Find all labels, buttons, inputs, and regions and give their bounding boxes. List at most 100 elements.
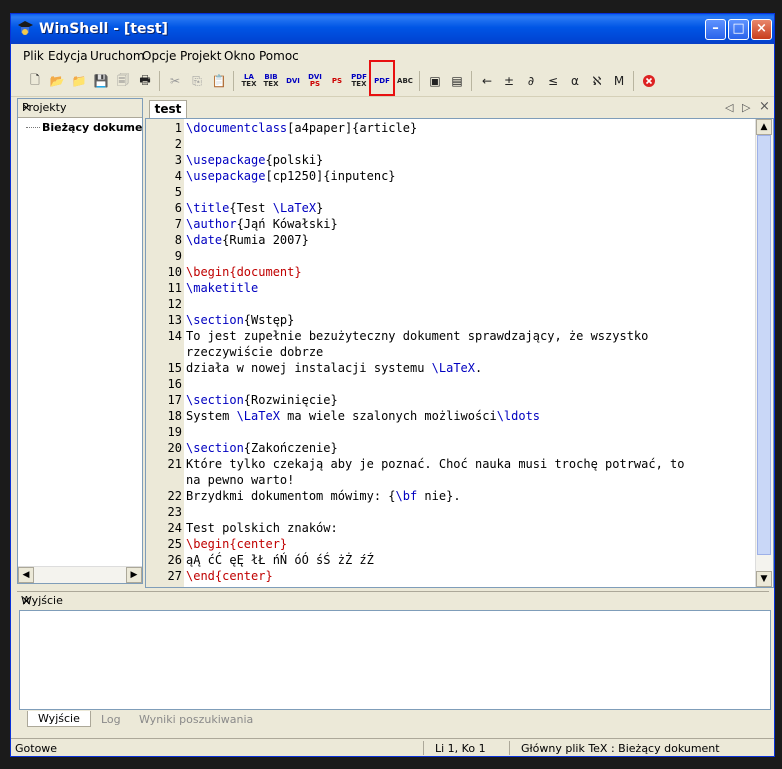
toolbar-separator — [419, 71, 420, 91]
scroll-down-icon[interactable]: ▼ — [756, 571, 772, 587]
code-line[interactable]: ąĄ ćĆ ęĘ łŁ ńŃ óÓ śŚ żŻ źŹ — [186, 553, 374, 567]
window-title: WinShell - [test] — [39, 21, 168, 37]
menu-opcje[interactable]: Opcje — [142, 49, 176, 63]
line-number: 22 — [167, 489, 182, 503]
code-line[interactable]: To jest zupełnie bezużyteczny dokument s… — [186, 329, 648, 343]
close-icon[interactable]: × — [21, 594, 765, 609]
minimize-button[interactable]: – — [705, 19, 726, 40]
editor-vscrollbar[interactable]: ▲ ▼ — [755, 119, 773, 587]
menu-pomoc[interactable]: Pomoc — [259, 49, 299, 63]
line-number: 17 — [167, 393, 182, 407]
code-line[interactable]: \usepackage[cp1250]{inputenc} — [186, 169, 396, 183]
dvi-view-icon[interactable]: DVI — [283, 71, 303, 91]
code-line[interactable]: System \LaTeX ma wiele szalonych możliwo… — [186, 409, 540, 423]
new-file-icon[interactable]: 🗋 — [25, 71, 45, 91]
code-line[interactable]: \usepackage{polski} — [186, 153, 323, 167]
save-icon[interactable]: 💾 — [91, 71, 111, 91]
menu-edycja[interactable]: Edycja — [48, 49, 88, 63]
code-line[interactable]: Które tylko czekają aby je poznać. Choć … — [186, 457, 685, 471]
tab-output[interactable]: Wyjście — [27, 711, 91, 727]
line-number: 8 — [174, 233, 182, 247]
code-line[interactable]: \documentclass[a4paper]{article} — [186, 121, 417, 135]
line-number: 4 — [174, 169, 182, 183]
code-line[interactable]: \begin{document} — [186, 265, 302, 279]
open-folder-icon[interactable]: 📂 — [47, 71, 67, 91]
tab-test[interactable]: test — [149, 100, 187, 118]
tab-search-results[interactable]: Wyniki poszukiwania — [139, 713, 253, 726]
tree-line — [26, 127, 40, 128]
line-number: 20 — [167, 441, 182, 455]
paste-icon[interactable]: 📋 — [209, 71, 229, 91]
tab-close-icon[interactable]: × — [759, 99, 770, 114]
symbol-arrow-icon[interactable]: ← — [477, 71, 497, 91]
code-line[interactable]: \author{Jąń Kówałski} — [186, 217, 338, 231]
code-line[interactable]: \title{Test \LaTeX} — [186, 201, 323, 215]
spellcheck-icon[interactable]: ABC — [395, 71, 415, 91]
output-area[interactable] — [19, 610, 771, 710]
close-icon[interactable]: × — [22, 101, 138, 114]
close-button[interactable]: × — [751, 19, 772, 40]
view-full-icon[interactable]: ▤ — [447, 71, 467, 91]
tab-next-icon[interactable]: ▷ — [742, 101, 750, 114]
line-number: 27 — [167, 569, 182, 583]
stop-icon[interactable] — [639, 71, 659, 91]
menu-okno[interactable]: Okno — [224, 49, 255, 63]
dvi-to-ps-icon[interactable]: DVI PS — [305, 71, 325, 91]
code-line[interactable]: Brzydkmi dokumentom mówimy: {\bf nie}. — [186, 489, 461, 503]
symbol-m-icon[interactable]: M — [609, 71, 629, 91]
symbol-plusminus-icon[interactable]: ± — [499, 71, 519, 91]
line-number: 23 — [167, 505, 182, 519]
cursor-position: Li 1, Ko 1 — [435, 742, 486, 755]
code-line[interactable]: Test polskich znaków: — [186, 521, 338, 535]
print-icon[interactable]: 🖶 — [135, 71, 155, 91]
bibtex-icon[interactable]: BIB TEX — [261, 71, 281, 91]
code-line[interactable]: na pewno warto! — [186, 473, 294, 487]
scroll-left-icon[interactable]: ◀ — [18, 567, 34, 583]
code-line[interactable]: \section{Rozwinięcie} — [186, 393, 338, 407]
latex-icon[interactable]: LA TEX — [239, 71, 259, 91]
code-line[interactable]: działa w nowej instalacji systemu \LaTeX… — [186, 361, 482, 375]
code-line[interactable]: \maketitle — [186, 281, 258, 295]
highlight-box — [369, 60, 395, 96]
symbol-aleph-icon[interactable]: ℵ — [587, 71, 607, 91]
main-window: WinShell - [test] – □ × Plik Edycja Uruc… — [10, 13, 775, 757]
code-line[interactable]: \section{Wstęp} — [186, 313, 294, 327]
code-editor[interactable]: 1 2 3 4 5 6 7 8 9 10 11 12 13 14 15 16 17 18 19 20 21 22 23 24 2… — [145, 118, 774, 588]
open-project-icon[interactable]: 📁 — [69, 71, 89, 91]
line-number: 19 — [167, 425, 182, 439]
menu-plik[interactable]: Plik — [23, 49, 44, 63]
code-line[interactable]: rzeczywiście dobrze — [186, 345, 323, 359]
cut-icon[interactable]: ✂ — [165, 71, 185, 91]
symbol-partial-icon[interactable]: ∂ — [521, 71, 541, 91]
status-bar: Gotowe Li 1, Ko 1 Główny plik TeX : Bież… — [11, 738, 774, 756]
app-icon — [18, 21, 33, 35]
ps-view-icon[interactable]: PS — [327, 71, 347, 91]
symbol-leq-icon[interactable]: ≤ — [543, 71, 563, 91]
code-line[interactable]: \end{center} — [186, 569, 273, 583]
view-split-icon[interactable]: ▣ — [425, 71, 445, 91]
bibtex-icon-bottom: TEX — [263, 80, 279, 88]
scroll-up-icon[interactable]: ▲ — [756, 119, 772, 135]
line-number: 16 — [167, 377, 182, 391]
project-panel-header: Projekty × — [18, 99, 142, 118]
save-all-icon[interactable]: 🗐 — [113, 71, 133, 91]
tab-prev-icon[interactable]: ◁ — [725, 101, 733, 114]
tab-log[interactable]: Log — [101, 713, 121, 726]
status-divider — [423, 741, 424, 755]
pdftex-icon[interactable]: PDF TEX — [349, 71, 369, 91]
menu-uruchom[interactable]: Uruchom — [90, 49, 145, 63]
scroll-right-icon[interactable]: ▶ — [126, 567, 142, 583]
scroll-thumb[interactable] — [757, 135, 771, 555]
code-line[interactable]: \date{Rumia 2007} — [186, 233, 309, 247]
symbol-alpha-icon[interactable]: α — [565, 71, 585, 91]
menu-projekt[interactable]: Projekt — [180, 49, 221, 63]
latex-icon-bottom: TEX — [241, 80, 257, 88]
copy-icon[interactable]: ⎘ — [187, 71, 207, 91]
title-bar[interactable]: WinShell - [test] – □ × — [11, 14, 774, 44]
project-tree-item[interactable]: Bieżący dokumen — [42, 121, 142, 134]
code-line[interactable]: \begin{center} — [186, 537, 287, 551]
code-line[interactable]: \section{Zakończenie} — [186, 441, 338, 455]
output-tabs: Wyjście Log Wyniki poszukiwania — [19, 711, 771, 731]
project-hscrollbar[interactable]: ◀ ▶ — [18, 566, 142, 583]
maximize-button[interactable]: □ — [728, 19, 749, 40]
